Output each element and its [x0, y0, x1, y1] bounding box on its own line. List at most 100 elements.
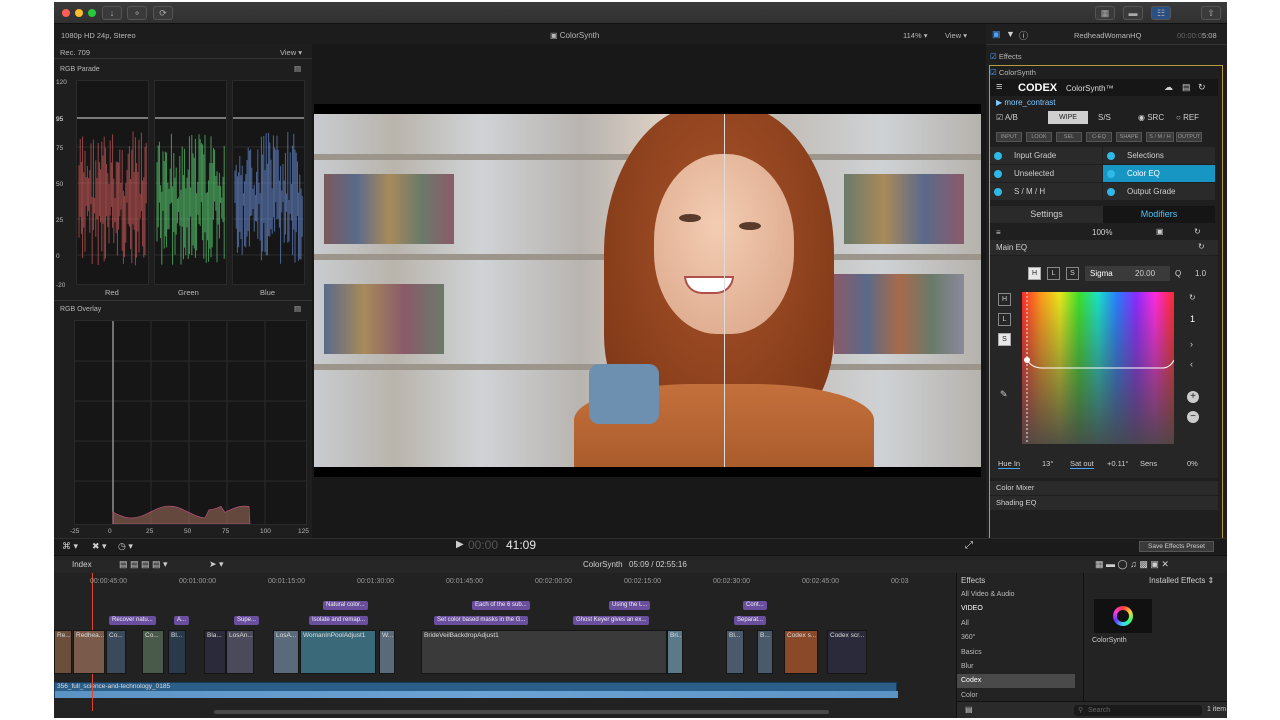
category-item[interactable]: VIDEO — [957, 602, 1075, 616]
chip-1[interactable]: LOOK — [1026, 132, 1052, 142]
timeline-clip[interactable]: Redhea... — [73, 630, 105, 674]
timeline-clip[interactable]: Bl... — [726, 630, 744, 674]
tab-modifiers[interactable]: Modifiers — [1103, 206, 1215, 223]
share-icon[interactable]: ⇧ — [1201, 6, 1221, 20]
timeline-clip[interactable]: Co... — [106, 630, 126, 674]
mix-value[interactable]: 100% — [1092, 228, 1112, 237]
grid-selections[interactable]: Selections — [1103, 147, 1215, 164]
category-item[interactable]: Blur — [957, 660, 1075, 674]
main-eq-header[interactable]: Main EQ ↻ — [990, 240, 1218, 255]
overlay-settings-icon[interactable]: ▤ — [294, 304, 301, 313]
filter-icon[interactable]: ▼ — [1006, 29, 1015, 39]
annotation-marker[interactable]: Supe... — [234, 616, 260, 625]
timeline-clip[interactable]: Codex scr... — [827, 630, 867, 674]
colorsynth-thumbnail[interactable] — [1094, 599, 1152, 633]
hls-h-button[interactable]: H — [1028, 267, 1041, 280]
grid-output-grade[interactable]: Output Grade — [1103, 183, 1215, 200]
category-item[interactable]: 360° — [957, 631, 1075, 645]
side-l-button[interactable]: L — [998, 313, 1011, 326]
grid-smh[interactable]: S / M / H — [990, 183, 1102, 200]
ref-radio[interactable]: ○ REF — [1176, 113, 1199, 122]
annotation-marker[interactable]: Each of the 6 sub... — [472, 601, 530, 610]
minimize-window-button[interactable] — [75, 9, 83, 17]
category-item[interactable]: All Video & Audio — [957, 588, 1075, 602]
chip-2[interactable]: SEL — [1056, 132, 1082, 142]
fullscreen-icon[interactable]: ⤢ — [965, 540, 973, 551]
grid-color-eq[interactable]: Color EQ — [1103, 165, 1215, 182]
category-item[interactable]: All — [957, 617, 1075, 631]
wipe-button[interactable]: WIPE — [1048, 111, 1088, 124]
timeline-layout-icon[interactable]: ▬ — [1123, 6, 1143, 20]
side-s-button[interactable]: S — [998, 333, 1011, 346]
edit-tools-icon[interactable]: ▤ ▤ ▤ ▤ ▾ — [119, 559, 168, 570]
grid-unselected[interactable]: Unselected — [990, 165, 1102, 182]
category-item[interactable]: Codex — [957, 674, 1075, 689]
chip-0[interactable]: INPUT — [996, 132, 1022, 142]
next-icon[interactable]: › — [1190, 339, 1193, 349]
sigma-field[interactable]: Sigma 20.00 — [1085, 266, 1170, 281]
cloud-icon[interactable]: ☁ — [1164, 82, 1173, 93]
play-icon[interactable]: ▶ — [456, 539, 464, 550]
sat-out-value[interactable]: +0.11° — [1107, 459, 1128, 468]
ab-toggle[interactable]: ☑ A/B — [996, 113, 1018, 122]
info-icon[interactable]: ⓘ — [1019, 29, 1028, 42]
shading-eq-section[interactable]: Shading EQ — [990, 496, 1218, 510]
timeline-scrollbar[interactable] — [214, 710, 829, 714]
color-mixer-section[interactable]: Color Mixer — [990, 481, 1218, 495]
ss-button[interactable]: S/S — [1098, 113, 1111, 122]
effects-search-input[interactable]: ⚲ Search — [1074, 705, 1202, 716]
annotation-marker[interactable]: Using the L... — [609, 601, 651, 610]
annotation-marker[interactable]: Recover natu... — [109, 616, 156, 625]
timeline-clip[interactable]: LosA... — [273, 630, 299, 674]
q-value[interactable]: 1.0 — [1195, 269, 1206, 278]
timeline-clip[interactable]: Bl... — [168, 630, 186, 674]
crop-icon[interactable]: ⌘ ▾ — [62, 541, 78, 552]
add-point-icon[interactable]: + — [1187, 391, 1199, 403]
zoom-window-button[interactable] — [88, 9, 96, 17]
hue-eq-graph[interactable] — [1022, 292, 1175, 444]
speed-icon[interactable]: ◷ ▾ — [118, 541, 133, 552]
hls-s-button[interactable]: S — [1066, 267, 1079, 280]
preset-name[interactable]: ▶ more_contrast — [996, 98, 1056, 107]
timeline-clip[interactable]: B... — [757, 630, 773, 674]
index-button[interactable]: Index — [72, 560, 92, 569]
select-tool-icon[interactable]: ➤ ▾ — [209, 559, 224, 570]
timeline-options-icon[interactable]: ▦ ▬ ◯ ♫ ▩ ▣ ✕ — [1095, 559, 1169, 570]
reset-icon[interactable]: ↻ — [1198, 82, 1206, 93]
chip-6[interactable]: OUTPUT — [1176, 132, 1202, 142]
timeline-clip[interactable]: LosAn... — [226, 630, 254, 674]
close-window-button[interactable] — [62, 9, 70, 17]
viewer-view-dropdown[interactable]: View ▾ — [945, 31, 967, 40]
annotation-marker[interactable]: Ghost Keyer gives an ex... — [573, 616, 650, 625]
effects-checkbox[interactable]: ☑ — [990, 52, 997, 61]
wipe-divider[interactable] — [724, 114, 725, 467]
sens-value[interactable]: 0% — [1187, 459, 1198, 468]
lock-icon[interactable]: ▣ — [1156, 227, 1164, 236]
annotation-marker[interactable]: Isolate and remap... — [309, 616, 369, 625]
timeline-clip[interactable]: WomanInPoolAdjust1 — [300, 630, 376, 674]
browser-layout-icon[interactable]: ▦ — [1095, 6, 1115, 20]
background-tasks-icon[interactable]: ⟳ — [153, 6, 173, 20]
remove-point-icon[interactable]: − — [1187, 411, 1199, 423]
tab-settings[interactable]: Settings — [990, 206, 1103, 223]
menu-icon[interactable]: ≡ — [996, 81, 1002, 93]
transform-icon[interactable]: ✖ ▾ — [92, 541, 107, 552]
annotation-marker[interactable]: A... — [174, 616, 190, 625]
mix-reset-icon[interactable]: ↻ — [1194, 227, 1201, 236]
chip-5[interactable]: S / M / H — [1146, 132, 1174, 142]
eq-reset-icon[interactable]: ↻ — [1189, 293, 1196, 302]
hls-l-button[interactable]: L — [1047, 267, 1060, 280]
plugin-checkbox[interactable]: ☑ — [990, 68, 997, 77]
save-icon[interactable]: ▤ — [1182, 82, 1191, 93]
main-eq-reset-icon[interactable]: ↻ — [1198, 242, 1205, 251]
save-preset-button[interactable]: Save Effects Preset — [1139, 541, 1214, 552]
timeline-clip[interactable]: Codex s... — [784, 630, 818, 674]
timeline-clip[interactable]: Co... — [142, 630, 164, 674]
inspector-layout-icon[interactable]: ☷ — [1151, 6, 1171, 20]
scopes-view-dropdown[interactable]: View ▾ — [280, 48, 302, 57]
mix-icon[interactable]: ≡ — [996, 228, 1001, 237]
installed-effects-dropdown[interactable]: Installed Effects ⇕ — [1149, 576, 1214, 585]
timeline-clip[interactable]: Bri... — [667, 630, 683, 674]
sidebar-toggle-icon[interactable]: ▤ — [965, 705, 973, 714]
side-h-button[interactable]: H — [998, 293, 1011, 306]
